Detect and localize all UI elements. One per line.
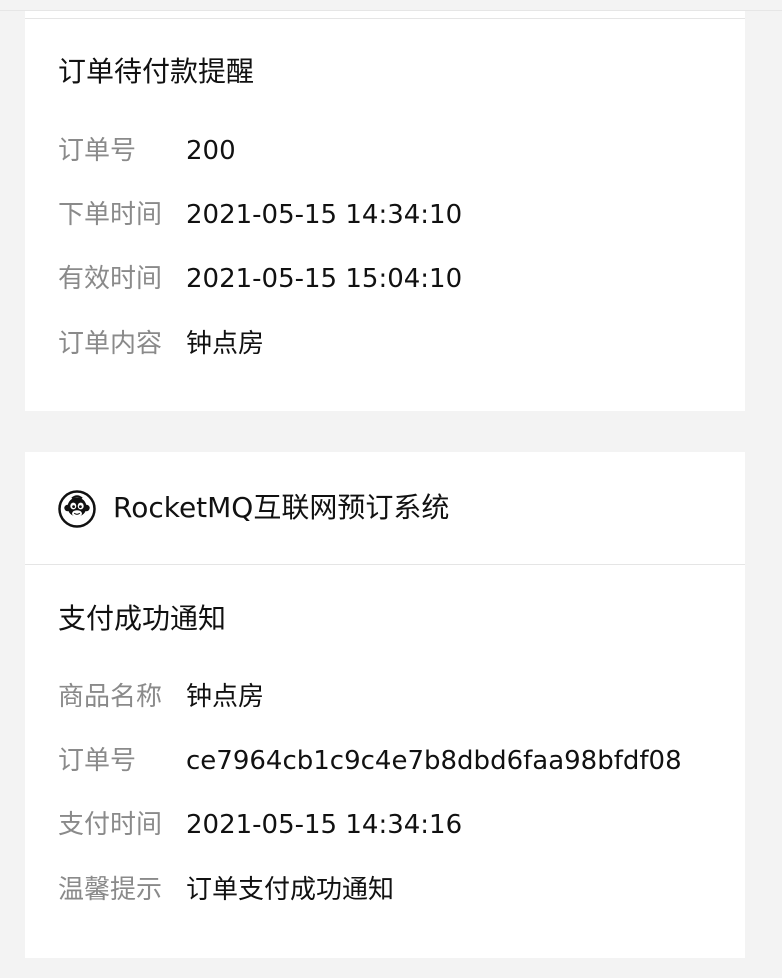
card-title: 支付成功通知 [58, 602, 227, 635]
order-number-value: 200 [186, 136, 236, 166]
valid-time-label: 有效时间 [58, 264, 163, 294]
order-time-label: 下单时间 [58, 200, 163, 230]
tip-row: 温馨提示 订单支付成功通知 [58, 870, 738, 910]
order-time-value: 2021-05-15 14:34:10 [186, 200, 463, 230]
order-time-row: 下单时间 2021-05-15 14:34:10 [58, 195, 738, 235]
top-strip [0, 0, 782, 11]
order-number-label: 订单号 [58, 746, 137, 776]
tip-label: 温馨提示 [58, 875, 163, 905]
order-reminder-card: 订单待付款提醒 订单号 200 下单时间 2021-05-15 14:34:10… [25, 11, 745, 411]
order-number-row: 订单号 ce7964cb1c9c4e7b8dbd6faa98bfdf08 [58, 741, 738, 781]
card-title: 订单待付款提醒 [58, 55, 255, 88]
divider [25, 18, 745, 19]
payment-time-label: 支付时间 [58, 810, 163, 840]
app-name: RocketMQ互联网预订系统 [113, 491, 450, 524]
order-content-row: 订单内容 钟点房 [58, 324, 738, 364]
order-number-row: 订单号 200 [58, 131, 738, 171]
payment-time-row: 支付时间 2021-05-15 14:34:16 [58, 805, 738, 845]
product-name-row: 商品名称 钟点房 [58, 677, 738, 717]
valid-time-value: 2021-05-15 15:04:10 [186, 264, 463, 294]
product-name-label: 商品名称 [58, 682, 163, 712]
order-content-value: 钟点房 [186, 329, 265, 359]
order-number-label: 订单号 [58, 136, 137, 166]
payment-time-value: 2021-05-15 14:34:16 [186, 810, 463, 840]
order-content-label: 订单内容 [58, 329, 163, 359]
valid-time-row: 有效时间 2021-05-15 15:04:10 [58, 259, 738, 299]
order-number-value: ce7964cb1c9c4e7b8dbd6faa98bfdf08 [186, 746, 682, 776]
monkey-logo-icon [58, 490, 96, 528]
card-header: RocketMQ互联网预订系统 [25, 452, 745, 565]
product-name-value: 钟点房 [186, 682, 265, 712]
payment-success-card: RocketMQ互联网预订系统 支付成功通知 商品名称 钟点房 订单号 ce79… [25, 452, 745, 958]
tip-value: 订单支付成功通知 [186, 875, 395, 905]
